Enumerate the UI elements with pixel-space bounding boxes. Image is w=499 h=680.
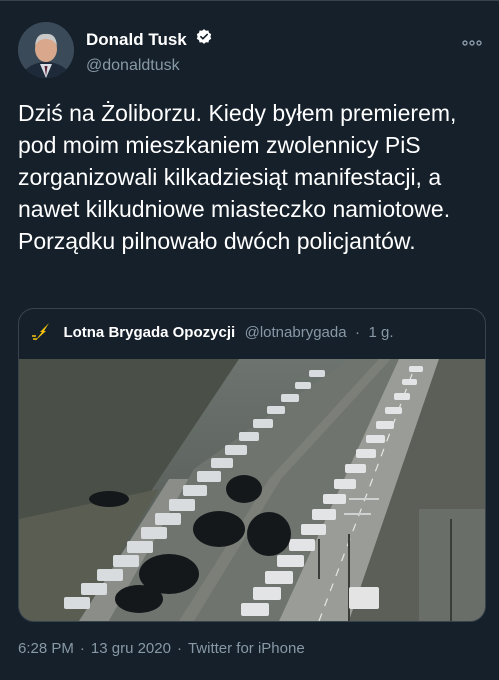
author-handle[interactable]: @donaldtusk: [86, 57, 213, 75]
tweet-time[interactable]: 6:28 PM: [18, 640, 74, 657]
author-avatar[interactable]: [18, 22, 74, 78]
quoted-display-name[interactable]: Lotna Brygada Opozycji: [63, 324, 235, 341]
quoted-time[interactable]: 1 g.: [368, 324, 393, 341]
lightning-bolt-icon: [31, 321, 53, 343]
tweet-text: Dziś na Żoliborzu. Kiedy byłem premierem…: [18, 100, 457, 254]
quoted-separator: ·: [355, 323, 361, 341]
footer-separator-2: ·: [176, 640, 182, 657]
quoted-handle[interactable]: @lotnabrygada: [245, 324, 347, 341]
tweet-source[interactable]: Twitter for iPhone: [188, 640, 305, 657]
quoted-photo[interactable]: [19, 359, 485, 621]
tweet-date[interactable]: 13 gru 2020: [91, 640, 171, 657]
tweet-meta-footer: 6:28 PM · 13 gru 2020 · Twitter for iPhone: [18, 640, 305, 657]
top-divider: [0, 0, 499, 1]
tweet-header: Donald Tusk @donaldtusk: [18, 20, 488, 80]
verified-badge-icon: [195, 28, 213, 51]
more-horizontal-icon[interactable]: [462, 30, 482, 51]
author-display-name[interactable]: Donald Tusk: [86, 30, 187, 50]
footer-separator: ·: [79, 640, 85, 657]
quoted-tweet-header: Lotna Brygada Opozycji @lotnabrygada · 1…: [31, 321, 394, 345]
quoted-tweet-card[interactable]: Lotna Brygada Opozycji @lotnabrygada · 1…: [18, 308, 486, 622]
